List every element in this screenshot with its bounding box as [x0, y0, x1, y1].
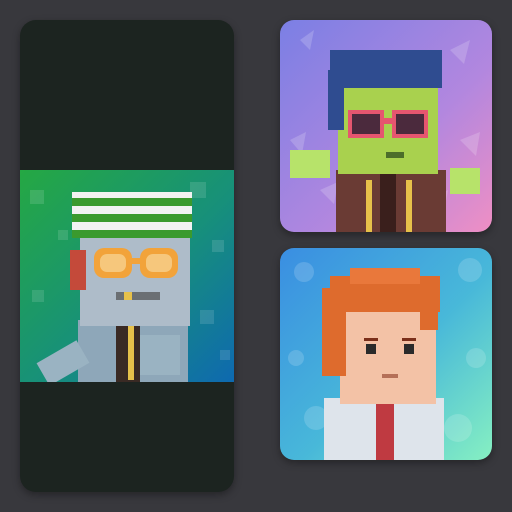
avatar-card-bottom[interactable] — [280, 248, 492, 460]
avatar-image-main — [20, 170, 234, 382]
avatar-card-main[interactable] — [20, 20, 234, 492]
avatar-redhead-icon — [280, 248, 492, 460]
avatar-card-top[interactable] — [280, 20, 492, 232]
avatar-green-hat-icon — [20, 170, 234, 382]
avatar-sunglasses-icon — [280, 20, 492, 232]
